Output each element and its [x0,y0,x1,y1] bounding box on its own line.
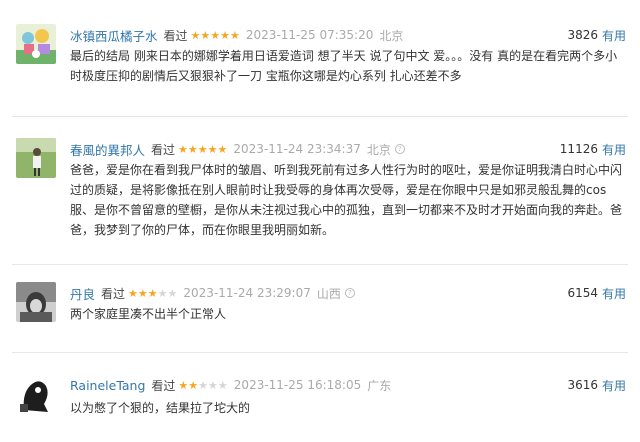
comment-location: 北京 [379,28,404,43]
star-icon: ★ [217,142,228,156]
star-icon: ★ [137,286,148,300]
star-icon: ★ [128,286,138,300]
star-icon: ★ [207,142,218,156]
rating-stars: ★ ★ ★ ★ ★ [178,380,227,391]
watched-label: 看过 [151,378,176,393]
info-icon[interactable]: ? [344,288,355,298]
rating-stars: ★ ★ ★ ★ ★ [178,144,227,155]
watched-label: 看过 [163,28,188,43]
star-icon: ★ [147,286,158,300]
star-icon: ★ [190,28,201,42]
comment-content: 两个家庭里凑不出半个正常人 [70,307,227,321]
star-icon: ★ [167,286,178,300]
username-link[interactable]: 丹良 [70,284,95,303]
comment-time: 2023-11-25 16:18:05 [233,378,362,392]
comment-list: 冰镇西瓜橘子水 看过 ★ ★ ★ ★ ★ 2023-11-25 07:35:20 北京 … [0,0,640,442]
comment-content: 以为憋了个狠的，结果拉了坨大的 [70,401,251,415]
comment-location: 北京 [366,142,391,157]
star-icon: ★ [200,28,211,42]
star-icon: ★ [208,378,218,392]
comment-time: 2023-11-24 23:34:37 [233,142,361,156]
useful-button[interactable]: 有用 [602,285,626,302]
comment-item: 丹良 看过 ★ ★ ★ ★ ★ 2023-11-24 23:29:07 山西 ? 615… [0,272,640,340]
comment-header: 春風的異邦人 看过 ★ ★ ★ ★ ★ 2023-11-24 23:34:37 北京 ?… [70,140,626,158]
username-link[interactable]: 春風的異邦人 [70,140,145,159]
avatar[interactable] [16,24,56,64]
divider [12,264,628,265]
comment-header: RaineleTang 看过 ★ ★ ★ ★ ★ 2023-11-25 16:18:05… [70,376,626,394]
star-icon: ★ [197,142,208,156]
comment-item: 春風的異邦人 看过 ★ ★ ★ ★ ★ 2023-11-24 23:34:37 北京 ?… [0,126,640,256]
vote-area: 11126 有用 [560,141,626,158]
star-icon: ★ [230,28,240,42]
star-icon: ★ [178,378,189,392]
star-icon: ★ [217,378,228,392]
comment-time: 2023-11-24 23:29:07 [183,286,311,300]
vote-count: 3826 [567,28,598,42]
rating-stars: ★ ★ ★ ★ ★ [191,30,240,41]
vote-area: 3616 有用 [567,377,626,394]
star-icon: ★ [157,286,168,300]
useful-button[interactable]: 有用 [602,141,626,158]
avatar[interactable] [16,282,56,322]
useful-button[interactable]: 有用 [602,27,626,44]
divider [12,116,628,117]
star-icon: ★ [220,28,231,42]
comment-header: 冰镇西瓜橘子水 看过 ★ ★ ★ ★ ★ 2023-11-25 07:35:20 北京 … [70,26,626,44]
vote-area: 3826 有用 [567,27,626,44]
username-link[interactable]: RaineleTang [70,378,145,393]
comment-location: 广东 [367,378,392,393]
comment-time: 2023-11-25 07:35:20 [245,28,374,42]
avatar[interactable] [16,374,56,414]
star-icon: ★ [210,28,221,42]
vote-area: 6154 有用 [567,285,626,302]
star-icon: ★ [178,142,188,156]
useful-button[interactable]: 有用 [602,377,626,394]
username-link[interactable]: 冰镇西瓜橘子水 [70,26,158,45]
divider [12,352,628,353]
rating-stars: ★ ★ ★ ★ ★ [128,288,177,299]
star-icon: ★ [187,142,198,156]
comment-item: RaineleTang 看过 ★ ★ ★ ★ ★ 2023-11-25 16:18:05… [0,362,640,442]
comment-header: 丹良 看过 ★ ★ ★ ★ ★ 2023-11-24 23:29:07 山西 ? 615… [70,284,626,302]
watched-label: 看过 [151,142,176,157]
star-icon: ★ [198,378,209,392]
watched-label: 看过 [101,286,126,301]
comment-item: 冰镇西瓜橘子水 看过 ★ ★ ★ ★ ★ 2023-11-25 07:35:20 北京 … [0,0,640,112]
star-icon: ★ [188,378,199,392]
vote-count: 3616 [567,378,598,392]
vote-count: 6154 [567,286,598,300]
avatar[interactable] [16,138,56,178]
comment-content: 最后的结局 刚来日本的娜娜学着用日语爱造词 想了半天 说了句中文 爱。。。没有 … [70,49,618,83]
vote-count: 11126 [559,142,598,156]
comment-content: 爸爸，爱是你在看到我尸体时的皱眉、听到我死前有过多人性行为时的呕吐，爱是你证明我… [70,163,623,237]
info-icon[interactable]: ? [394,144,405,154]
comment-location: 山西 [316,286,341,301]
